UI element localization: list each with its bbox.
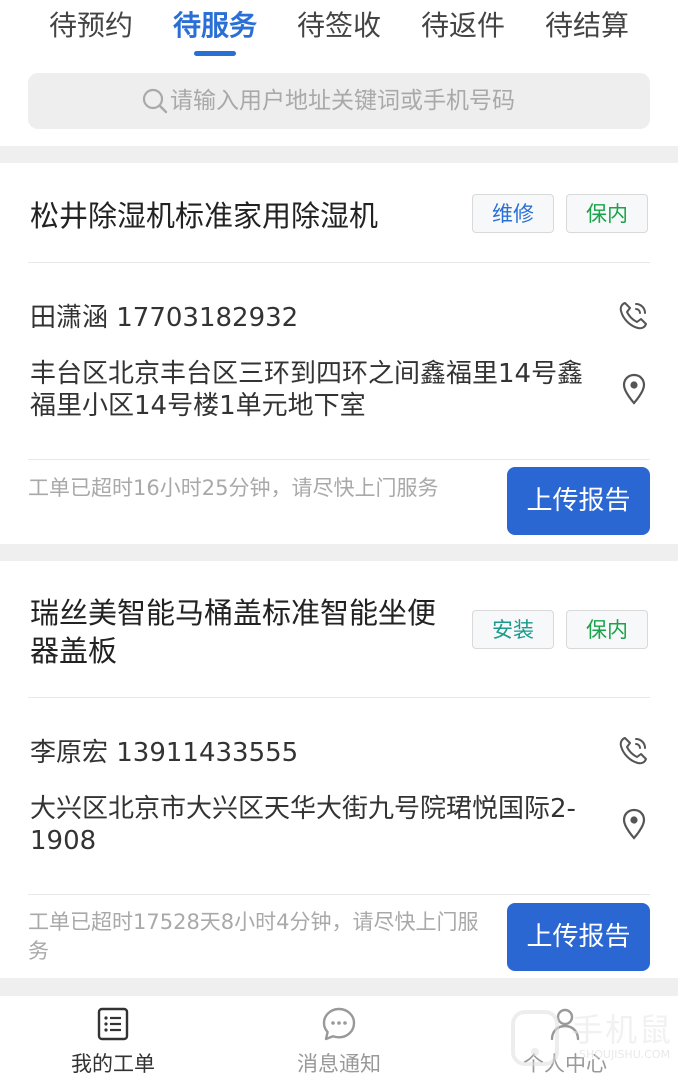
phone-icon[interactable]: [616, 734, 650, 768]
divider: [28, 262, 650, 263]
overdue-notice: 工单已超时17528天8小时4分钟，请尽快上门服务: [28, 910, 479, 963]
customer-address: 大兴区北京市大兴区天华大街九号院珺悦国际2-1908: [30, 794, 576, 856]
watermark: 手机鼠 SHOUJISHU.COM: [505, 1002, 671, 1072]
list-icon: [97, 1007, 129, 1041]
tab-pending-appointment[interactable]: 待预约: [45, 4, 137, 48]
warranty-badge: 保内: [566, 194, 648, 233]
customer-contact: 李原宏 13911433555: [30, 738, 299, 768]
tab-pending-service[interactable]: 待服务: [169, 4, 261, 48]
customer-contact: 田潇涵 17703182932: [30, 303, 299, 333]
overdue-notice: 工单已超时16小时25分钟，请尽快上门服务: [28, 476, 439, 500]
product-title: 松井除湿机标准家用除湿机: [30, 199, 379, 233]
nav-my-orders[interactable]: 我的工单: [33, 996, 193, 1080]
search-placeholder: 请输入用户地址关键词或手机号码: [170, 88, 515, 114]
product-title: 瑞丝美智能马桶盖标准智能坐便器盖板: [30, 596, 437, 668]
chat-icon: [322, 1007, 356, 1041]
active-tab-indicator: [194, 51, 236, 56]
service-type-badge: 维修: [472, 194, 554, 233]
divider: [28, 459, 650, 460]
location-pin-icon[interactable]: [617, 807, 651, 841]
tab-pending-return[interactable]: 待返件: [417, 4, 509, 48]
nav-label: 我的工单: [71, 1052, 155, 1076]
warranty-badge: 保内: [566, 610, 648, 649]
service-type-badge: 安装: [472, 610, 554, 649]
tab-pending-signoff[interactable]: 待签收: [293, 4, 385, 48]
divider: [28, 697, 650, 698]
header: 待预约 待服务 待签收 待返件 待结算 请输入用户地址关键词或手机号码: [0, 0, 678, 146]
order-card[interactable]: 瑞丝美智能马桶盖标准智能坐便器盖板 安装 保内 李原宏 13911433555 …: [0, 561, 678, 978]
nav-label: 消息通知: [297, 1052, 381, 1076]
location-pin-icon[interactable]: [617, 372, 651, 406]
divider: [28, 894, 650, 895]
upload-report-button[interactable]: 上传报告: [507, 903, 650, 971]
customer-address: 丰台区北京丰台区三环到四环之间鑫福里14号鑫福里小区14号楼1单元地下室: [30, 359, 584, 421]
upload-report-button[interactable]: 上传报告: [507, 467, 650, 535]
watermark-subtext: SHOUJISHU.COM: [579, 1048, 671, 1061]
watermark-logo-icon: [511, 1010, 559, 1066]
tab-pending-settlement[interactable]: 待结算: [541, 4, 633, 48]
search-icon: [142, 88, 168, 114]
phone-icon[interactable]: [616, 299, 650, 333]
status-tabs: 待预约 待服务 待签收 待返件 待结算: [0, 0, 678, 60]
search-input[interactable]: 请输入用户地址关键词或手机号码: [28, 73, 650, 129]
order-card[interactable]: 松井除湿机标准家用除湿机 维修 保内 田潇涵 17703182932 丰台区北京…: [0, 163, 678, 544]
watermark-text: 手机鼠: [571, 1011, 674, 1049]
nav-notifications[interactable]: 消息通知: [259, 996, 419, 1080]
